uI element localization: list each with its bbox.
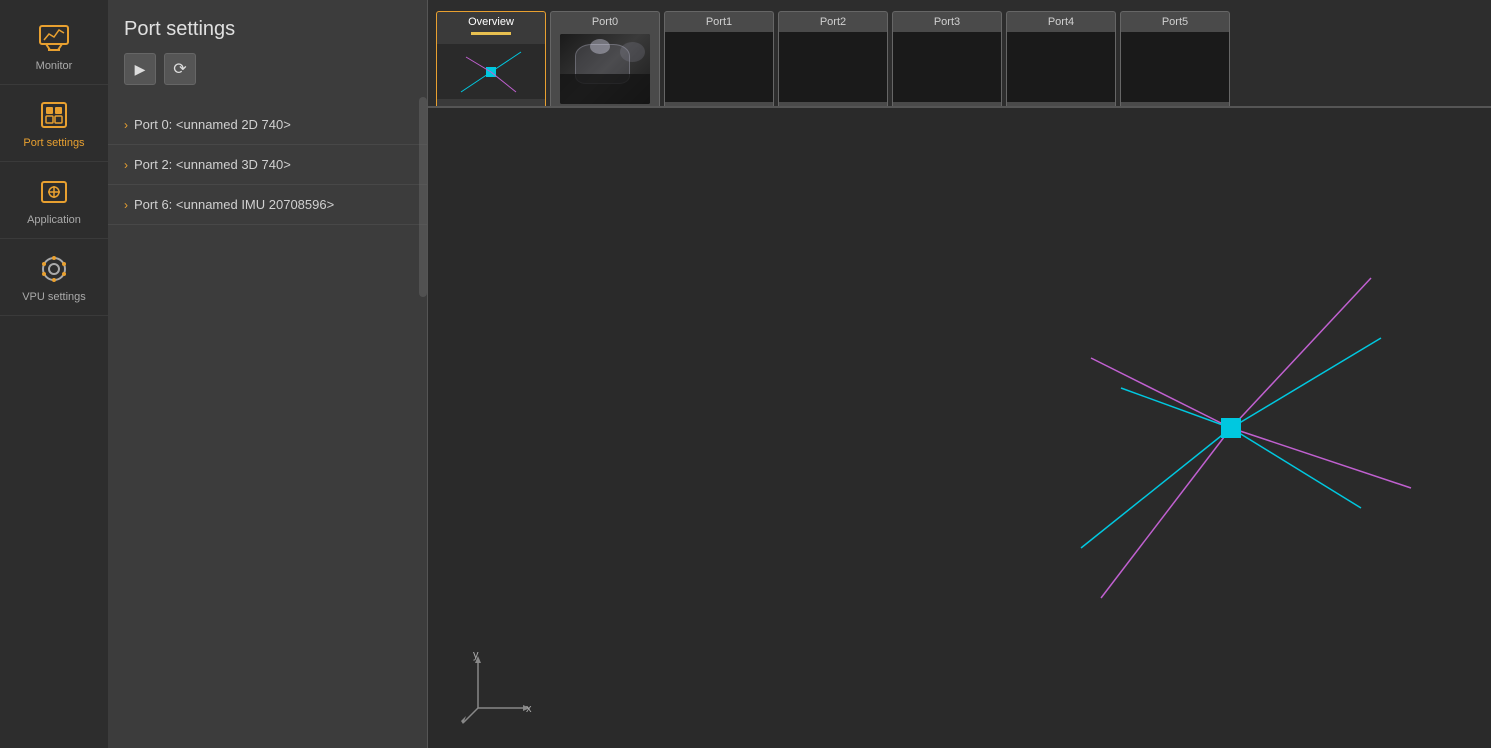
refresh-button[interactable]: ⟳: [164, 53, 196, 85]
tab-overview-preview: [437, 37, 545, 106]
sidebar: Monitor Port settings Application: [0, 0, 108, 748]
tab-port1-preview: [665, 32, 773, 102]
port-item-2-label: Port 2: <unnamed 3D 740>: [134, 157, 291, 172]
sidebar-item-port-settings-label: Port settings: [23, 137, 84, 149]
tab-port5-preview: [1121, 32, 1229, 102]
right-side: Overview Port0: [428, 0, 1491, 748]
tab-port3-label: Port3: [893, 12, 1001, 32]
panel-toolbar: ▶ ⟳: [108, 53, 427, 97]
chevron-right-icon-0: ›: [124, 118, 128, 132]
sidebar-item-monitor-label: Monitor: [36, 60, 73, 72]
sidebar-item-monitor[interactable]: Monitor: [0, 8, 108, 85]
tab-port4-preview: [1007, 32, 1115, 102]
play-icon: ▶: [135, 61, 146, 78]
tab-port3[interactable]: Port3: [892, 11, 1002, 106]
monitor-icon: [36, 20, 72, 56]
port-settings-icon: [36, 97, 72, 133]
port-list: › Port 0: <unnamed 2D 740> › Port 2: <un…: [108, 97, 427, 748]
panel-header: Port settings: [108, 0, 427, 53]
tabs-bar: Overview Port0: [428, 0, 1491, 108]
sidebar-item-application-label: Application: [27, 214, 81, 226]
tab-port2-preview: [779, 32, 887, 102]
tab-overview-label: Overview: [437, 12, 545, 32]
tab-port2[interactable]: Port2: [778, 11, 888, 106]
tab-port0-preview: [551, 32, 659, 106]
port-item-6[interactable]: › Port 6: <unnamed IMU 20708596>: [108, 185, 427, 225]
tab-port4-label: Port4: [1007, 12, 1115, 32]
panel-title: Port settings: [124, 18, 235, 41]
tab-port4[interactable]: Port4: [1006, 11, 1116, 106]
play-button[interactable]: ▶: [124, 53, 156, 85]
sidebar-item-port-settings[interactable]: Port settings: [0, 85, 108, 162]
tab-overview[interactable]: Overview: [436, 11, 546, 106]
svg-text:y: y: [473, 649, 479, 661]
chevron-right-icon-6: ›: [124, 198, 128, 212]
tab-port1-label: Port1: [665, 12, 773, 32]
port-item-0[interactable]: › Port 0: <unnamed 2D 740>: [108, 105, 427, 145]
chevron-right-icon-2: ›: [124, 158, 128, 172]
tab-port0-label: Port0: [551, 12, 659, 32]
camera-thumbnail: [560, 34, 650, 104]
overview-preview-viz: [451, 47, 531, 97]
tab-port3-preview: [893, 32, 1001, 102]
sidebar-item-vpu-settings-label: VPU settings: [22, 291, 86, 303]
port-item-0-label: Port 0: <unnamed 2D 740>: [134, 117, 291, 132]
sidebar-item-vpu-settings[interactable]: VPU settings: [0, 239, 108, 316]
axis-indicator: x y: [458, 648, 538, 728]
sidebar-item-application[interactable]: Application: [0, 162, 108, 239]
vpu-settings-icon: [36, 251, 72, 287]
viewport[interactable]: x y: [428, 108, 1491, 748]
port-item-6-label: Port 6: <unnamed IMU 20708596>: [134, 197, 334, 212]
tab-overview-indicator: [471, 32, 511, 35]
tab-port2-label: Port2: [779, 12, 887, 32]
tab-port5-label: Port5: [1121, 12, 1229, 32]
panel: Port settings ▶ ⟳ › Port 0: <unnamed 2D …: [108, 0, 428, 748]
application-icon: [36, 174, 72, 210]
svg-text:x: x: [526, 703, 532, 715]
tab-port5[interactable]: Port5: [1120, 11, 1230, 106]
port-item-2[interactable]: › Port 2: <unnamed 3D 740>: [108, 145, 427, 185]
refresh-icon: ⟳: [173, 59, 186, 79]
tab-port1[interactable]: Port1: [664, 11, 774, 106]
tab-port0[interactable]: Port0: [550, 11, 660, 106]
3d-visualization: [1021, 218, 1441, 638]
